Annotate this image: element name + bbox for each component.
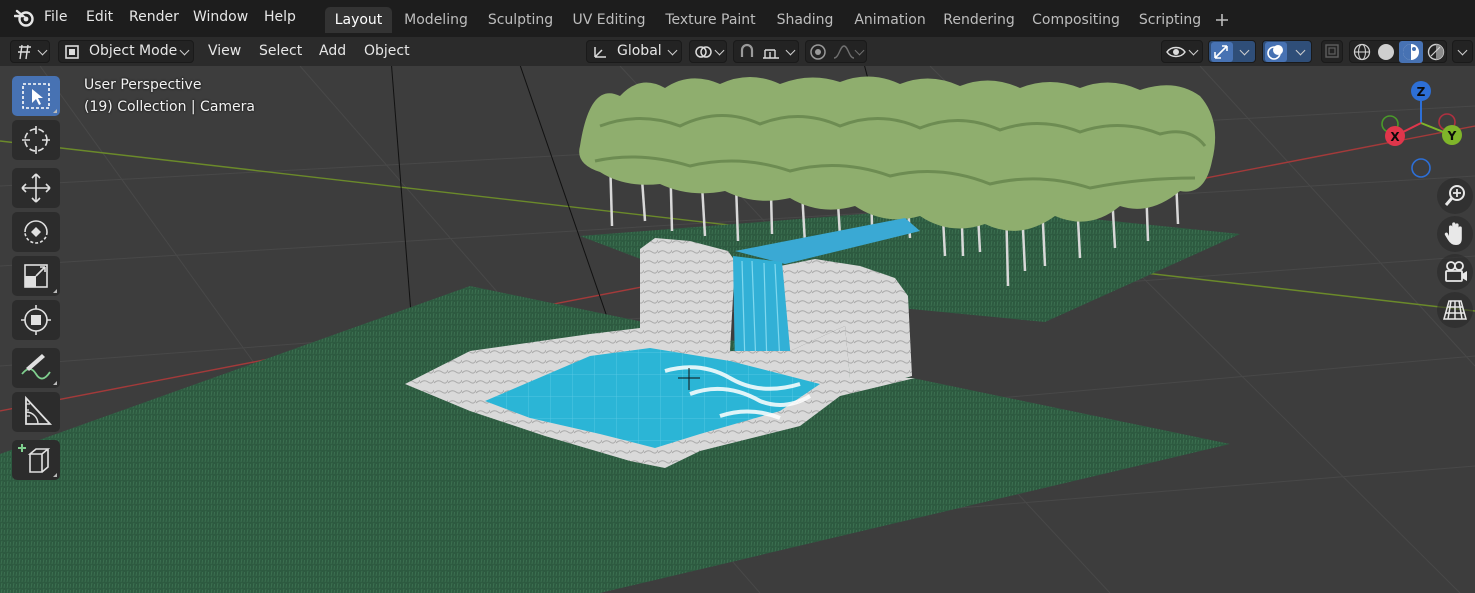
viewport-header: Object Mode View Select Add Object Globa… bbox=[0, 37, 1475, 66]
tab-scripting[interactable]: Scripting bbox=[1133, 7, 1207, 33]
collection-info: (19) Collection | Camera bbox=[84, 99, 255, 115]
mode-dropdown[interactable]: Object Mode bbox=[58, 40, 194, 63]
gizmo-toggle[interactable] bbox=[1208, 40, 1256, 63]
menu-view[interactable]: View bbox=[208, 37, 241, 66]
mode-label: Object Mode bbox=[89, 43, 178, 59]
3d-scene bbox=[0, 66, 1475, 593]
chevron-down-icon bbox=[1295, 45, 1306, 56]
tab-texture-paint[interactable]: Texture Paint bbox=[658, 7, 763, 33]
orientation-label: Global bbox=[617, 43, 662, 59]
zoom-button[interactable] bbox=[1437, 178, 1473, 214]
tool-options-corner bbox=[53, 381, 57, 385]
shading-group[interactable] bbox=[1349, 40, 1447, 63]
rotate-icon bbox=[24, 220, 48, 244]
xray-icon bbox=[1325, 44, 1339, 58]
tool-rotate[interactable] bbox=[12, 212, 60, 252]
pan-button[interactable] bbox=[1437, 216, 1473, 252]
menu-help[interactable]: Help bbox=[264, 0, 296, 37]
menu-file[interactable]: File bbox=[44, 0, 67, 37]
orientation-icon bbox=[594, 47, 606, 58]
tool-add-cube[interactable] bbox=[12, 440, 60, 480]
gizmo-icon bbox=[1211, 42, 1233, 62]
chevron-down-icon bbox=[37, 45, 48, 56]
tool-select-box[interactable] bbox=[12, 76, 60, 116]
move-icon bbox=[21, 173, 51, 203]
chevron-down-icon bbox=[1188, 45, 1199, 56]
tool-measure[interactable] bbox=[12, 392, 60, 432]
proportional-group[interactable] bbox=[805, 40, 867, 63]
tab-layout[interactable]: Layout bbox=[325, 7, 392, 33]
proportional-edit-icon bbox=[810, 44, 826, 60]
chevron-down-icon bbox=[785, 45, 796, 56]
chevron-down-icon bbox=[714, 45, 725, 56]
menu-render[interactable]: Render bbox=[129, 0, 179, 37]
xray-toggle[interactable] bbox=[1321, 40, 1343, 63]
menu-add[interactable]: Add bbox=[319, 37, 346, 66]
snap-group[interactable] bbox=[733, 40, 799, 63]
overlay-toggle[interactable] bbox=[1262, 40, 1312, 63]
solid-icon[interactable] bbox=[1377, 43, 1395, 61]
measure-icon bbox=[25, 395, 53, 425]
tab-shading[interactable]: Shading bbox=[771, 7, 839, 33]
menu-object[interactable]: Object bbox=[364, 37, 410, 66]
pivot-dropdown[interactable] bbox=[689, 40, 727, 63]
tab-uv-editing[interactable]: UV Editing bbox=[568, 7, 650, 33]
view-name: User Perspective bbox=[84, 77, 202, 93]
axis-label-z: Z bbox=[1417, 85, 1426, 99]
falloff-icon bbox=[833, 45, 855, 59]
tool-scale[interactable] bbox=[12, 256, 60, 296]
material-preview-icon[interactable] bbox=[1399, 41, 1423, 63]
tool-cursor[interactable] bbox=[12, 120, 60, 160]
3d-viewport[interactable]: User Perspective (19) Collection | Camer… bbox=[0, 66, 1475, 593]
tool-transform[interactable] bbox=[12, 300, 60, 340]
tab-animation[interactable]: Animation bbox=[848, 7, 932, 33]
perspective-toggle-button[interactable] bbox=[1437, 292, 1473, 328]
chevron-down-icon bbox=[1239, 45, 1250, 56]
top-bar: File Edit Render Window Help Layout Mode… bbox=[0, 0, 1475, 37]
blender-logo-icon[interactable] bbox=[14, 8, 36, 28]
navigation-gizmo[interactable]: Z Y X bbox=[1375, 78, 1470, 183]
chevron-down-icon bbox=[179, 45, 190, 56]
chevron-down-icon bbox=[667, 45, 678, 56]
menu-window[interactable]: Window bbox=[193, 0, 248, 37]
wireframe-icon[interactable] bbox=[1353, 43, 1371, 61]
shading-options-dropdown[interactable] bbox=[1452, 40, 1473, 63]
plus-icon[interactable] bbox=[1215, 13, 1229, 27]
tab-rendering[interactable]: Rendering bbox=[939, 7, 1019, 33]
perspective-grid-icon bbox=[1443, 300, 1467, 320]
object-mode-icon bbox=[65, 45, 79, 59]
visibility-dropdown[interactable] bbox=[1161, 40, 1203, 63]
tab-sculpting[interactable]: Sculpting bbox=[482, 7, 559, 33]
axis-label-y: Y bbox=[1447, 129, 1457, 143]
snap-icon bbox=[740, 43, 754, 57]
tool-options-corner bbox=[53, 289, 57, 293]
chevron-down-icon bbox=[854, 45, 865, 56]
cursor-icon bbox=[22, 126, 50, 154]
tab-compositing[interactable]: Compositing bbox=[1028, 7, 1124, 33]
chevron-down-icon bbox=[1457, 45, 1468, 56]
camera-view-button[interactable] bbox=[1437, 254, 1473, 290]
overlay-icon bbox=[1265, 42, 1287, 62]
editor-type-button[interactable] bbox=[10, 40, 50, 63]
camera-view-icon bbox=[1445, 261, 1467, 282]
tool-annotate[interactable] bbox=[12, 348, 60, 388]
eye-icon bbox=[1166, 46, 1186, 58]
snap-target-icon bbox=[763, 49, 779, 59]
axis-label-x: X bbox=[1390, 130, 1400, 144]
tab-modeling[interactable]: Modeling bbox=[398, 7, 474, 33]
transform-icon bbox=[21, 305, 51, 335]
hand-pan-icon bbox=[1444, 222, 1462, 245]
tool-move[interactable] bbox=[12, 168, 60, 208]
rendered-icon[interactable] bbox=[1427, 43, 1445, 61]
tool-options-corner bbox=[53, 109, 57, 113]
menu-select[interactable]: Select bbox=[259, 37, 302, 66]
zoom-icon bbox=[1444, 185, 1465, 206]
pivot-icon bbox=[695, 46, 712, 58]
tool-options-corner bbox=[53, 473, 57, 477]
editor-type-icon bbox=[18, 44, 31, 60]
orientation-dropdown[interactable]: Global bbox=[586, 40, 682, 63]
menu-edit[interactable]: Edit bbox=[86, 0, 113, 37]
